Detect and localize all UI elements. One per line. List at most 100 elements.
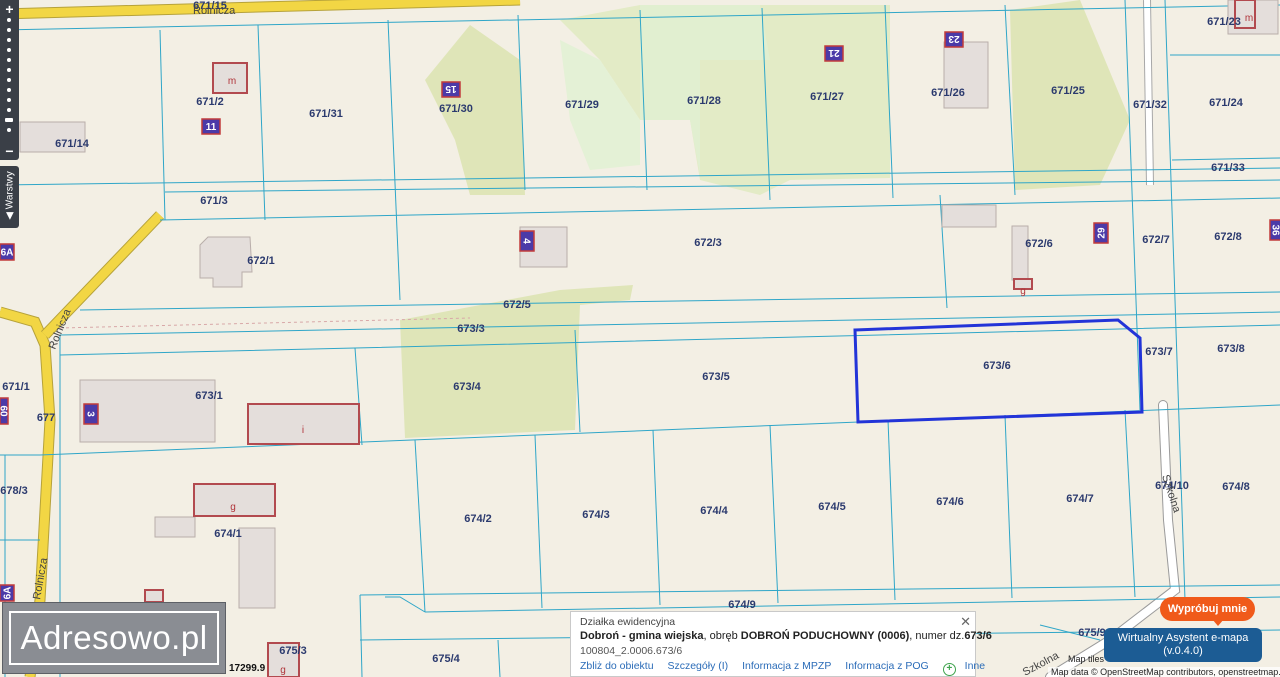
- building-label: g: [230, 502, 236, 513]
- parcel-label[interactable]: 674/7: [1066, 493, 1094, 505]
- mpzp-info-link[interactable]: Informacja z MPZP: [742, 660, 831, 672]
- parcel-label[interactable]: 672/6: [1025, 238, 1053, 250]
- house-number-badge: 6A: [0, 584, 15, 602]
- svg-text:3: 3: [85, 411, 96, 417]
- zoom-slider[interactable]: [5, 18, 13, 138]
- parcel-label[interactable]: 674/1: [214, 528, 242, 540]
- popup-identifier: 100804_2.0006.673/6: [580, 645, 683, 657]
- parcel-label[interactable]: 672/7: [1142, 234, 1170, 246]
- svg-text:29: 29: [1097, 227, 1108, 239]
- parcel-label[interactable]: 671/32: [1133, 99, 1167, 111]
- parcel-label[interactable]: 674/2: [464, 513, 492, 525]
- svg-text:15: 15: [445, 83, 457, 94]
- more-link[interactable]: Inne: [965, 660, 985, 672]
- assistant-name: Wirtualny Asystent e-mapa: [1117, 632, 1249, 644]
- parcel-label[interactable]: 672/3: [694, 237, 722, 249]
- svg-text:21: 21: [828, 47, 840, 58]
- svg-text:6A: 6A: [3, 587, 14, 600]
- parcel-label[interactable]: 672/5: [503, 299, 531, 311]
- svg-text:11: 11: [206, 122, 217, 133]
- parcel-label[interactable]: 673/1: [195, 390, 223, 402]
- building-label: m: [228, 76, 236, 87]
- scale-value: 17299.9: [229, 663, 266, 674]
- parcel-label[interactable]: 678/3: [0, 485, 28, 497]
- house-number-badge: 15: [441, 81, 461, 98]
- building-label: g: [280, 665, 286, 676]
- parcel-label[interactable]: 674/6: [936, 496, 964, 508]
- popup-numer-prefix: , numer dz.: [909, 630, 965, 642]
- zoom-to-object-link[interactable]: Zbliż do obiektu: [580, 660, 654, 672]
- parcel-label[interactable]: 674/8: [1222, 481, 1250, 493]
- parcel-label[interactable]: 671/28: [687, 95, 721, 107]
- cadastral-map[interactable]: 111521234293366A6A60 671/15671/23671/267…: [0, 0, 1280, 677]
- adresowo-logo[interactable]: Adresowo.pl: [2, 602, 226, 674]
- layers-label: ◀ Warstwy: [4, 171, 16, 220]
- parcel-label[interactable]: 674/5: [818, 501, 846, 513]
- speech-tail-icon: [1212, 619, 1224, 626]
- parcel-label[interactable]: 673/6: [983, 360, 1011, 372]
- parcel-label[interactable]: 671/29: [565, 99, 599, 111]
- street-label-top: Rolnicza: [193, 5, 236, 17]
- layers-arrow-icon: ◀: [4, 212, 16, 220]
- parcel-label[interactable]: 672/1: [247, 255, 275, 267]
- parcel-label[interactable]: 673/4: [453, 381, 481, 393]
- popup-links: Zbliż do obiektu Szczegóły (I) Informacj…: [580, 660, 996, 676]
- parcel-label[interactable]: 671/23: [1207, 16, 1241, 28]
- parcel-label[interactable]: 671/24: [1209, 97, 1244, 109]
- house-number-badge: 11: [201, 118, 221, 135]
- street-label-rolnicza-bottom: Rolnicza: [31, 556, 50, 600]
- greenery-areas: [400, 0, 1130, 438]
- assistant-version: (v.0.4.0): [1163, 645, 1203, 657]
- parcel-label[interactable]: 671/25: [1051, 85, 1085, 97]
- parcel-label[interactable]: 677: [37, 412, 55, 424]
- details-link[interactable]: Szczegóły (I): [667, 660, 728, 672]
- virtual-assistant-button[interactable]: Wirtualny Asystent e-mapa (v.0.4.0): [1104, 628, 1262, 662]
- parcel-label[interactable]: 675/4: [432, 653, 460, 665]
- parcel-label[interactable]: 675/3: [279, 645, 307, 657]
- parcel-info-popup: Działka ewidencyjna ✕ Dobroń - gmina wie…: [570, 611, 992, 677]
- popup-obreb-prefix: , obręb: [703, 630, 741, 642]
- try-me-button[interactable]: Wypróbuj mnie: [1160, 597, 1255, 621]
- zoom-in-button[interactable]: +: [0, 2, 19, 16]
- svg-text:60: 60: [0, 405, 9, 417]
- zoom-control: + −: [0, 0, 19, 160]
- parcel-label[interactable]: 671/30: [439, 103, 473, 115]
- building-label: m: [1245, 13, 1253, 24]
- close-icon[interactable]: ✕: [960, 614, 971, 630]
- parcel-label[interactable]: 673/5: [702, 371, 730, 383]
- house-number-badge: 21: [824, 45, 844, 62]
- parcel-label[interactable]: 671/3: [200, 195, 228, 207]
- parcel-label[interactable]: 672/8: [1214, 231, 1242, 243]
- zoom-out-button[interactable]: −: [0, 144, 19, 158]
- parcel-label[interactable]: 673/3: [457, 323, 485, 335]
- house-number-badge: 29: [1093, 222, 1109, 244]
- parcel-label[interactable]: 671/14: [55, 138, 90, 150]
- parcel-label[interactable]: 675/9: [1078, 627, 1106, 639]
- map-data-attribution: Map data © OpenStreetMap contributors, o…: [1048, 667, 1280, 677]
- house-number-badge: 3: [83, 403, 99, 425]
- parcel-label[interactable]: 671/2: [196, 96, 224, 108]
- pog-info-link[interactable]: Informacja z POG: [845, 660, 928, 672]
- parcel-label[interactable]: 673/7: [1145, 346, 1173, 358]
- parcel-label[interactable]: 671/27: [810, 91, 844, 103]
- house-number-badge: 23: [944, 31, 964, 48]
- svg-text:6A: 6A: [1, 248, 14, 259]
- layers-tab[interactable]: ◀ Warstwy: [0, 166, 19, 228]
- building-label: i: [302, 425, 304, 436]
- parcel-label[interactable]: 674/3: [582, 509, 610, 521]
- house-number-badge: 60: [0, 397, 9, 425]
- parcel-label[interactable]: 671/26: [931, 87, 965, 99]
- parcel-label[interactable]: 673/8: [1217, 343, 1245, 355]
- plus-circle-icon[interactable]: +: [942, 663, 956, 676]
- building-label: g: [1020, 286, 1026, 297]
- popup-description: Dobroń - gmina wiejska, obręb DOBROŃ POD…: [580, 630, 992, 642]
- house-number-badge: 6A: [0, 243, 15, 261]
- map-tiles-attribution: Map tiles: [1068, 654, 1105, 664]
- parcel-label[interactable]: 674/9: [728, 599, 756, 611]
- parcel-label[interactable]: 671/1: [2, 381, 30, 393]
- parcel-label[interactable]: 671/33: [1211, 162, 1245, 174]
- popup-title: Działka ewidencyjna: [580, 616, 676, 628]
- house-number-badge: 4: [519, 230, 535, 252]
- parcel-label[interactable]: 674/4: [700, 505, 728, 517]
- parcel-label[interactable]: 671/31: [309, 108, 343, 120]
